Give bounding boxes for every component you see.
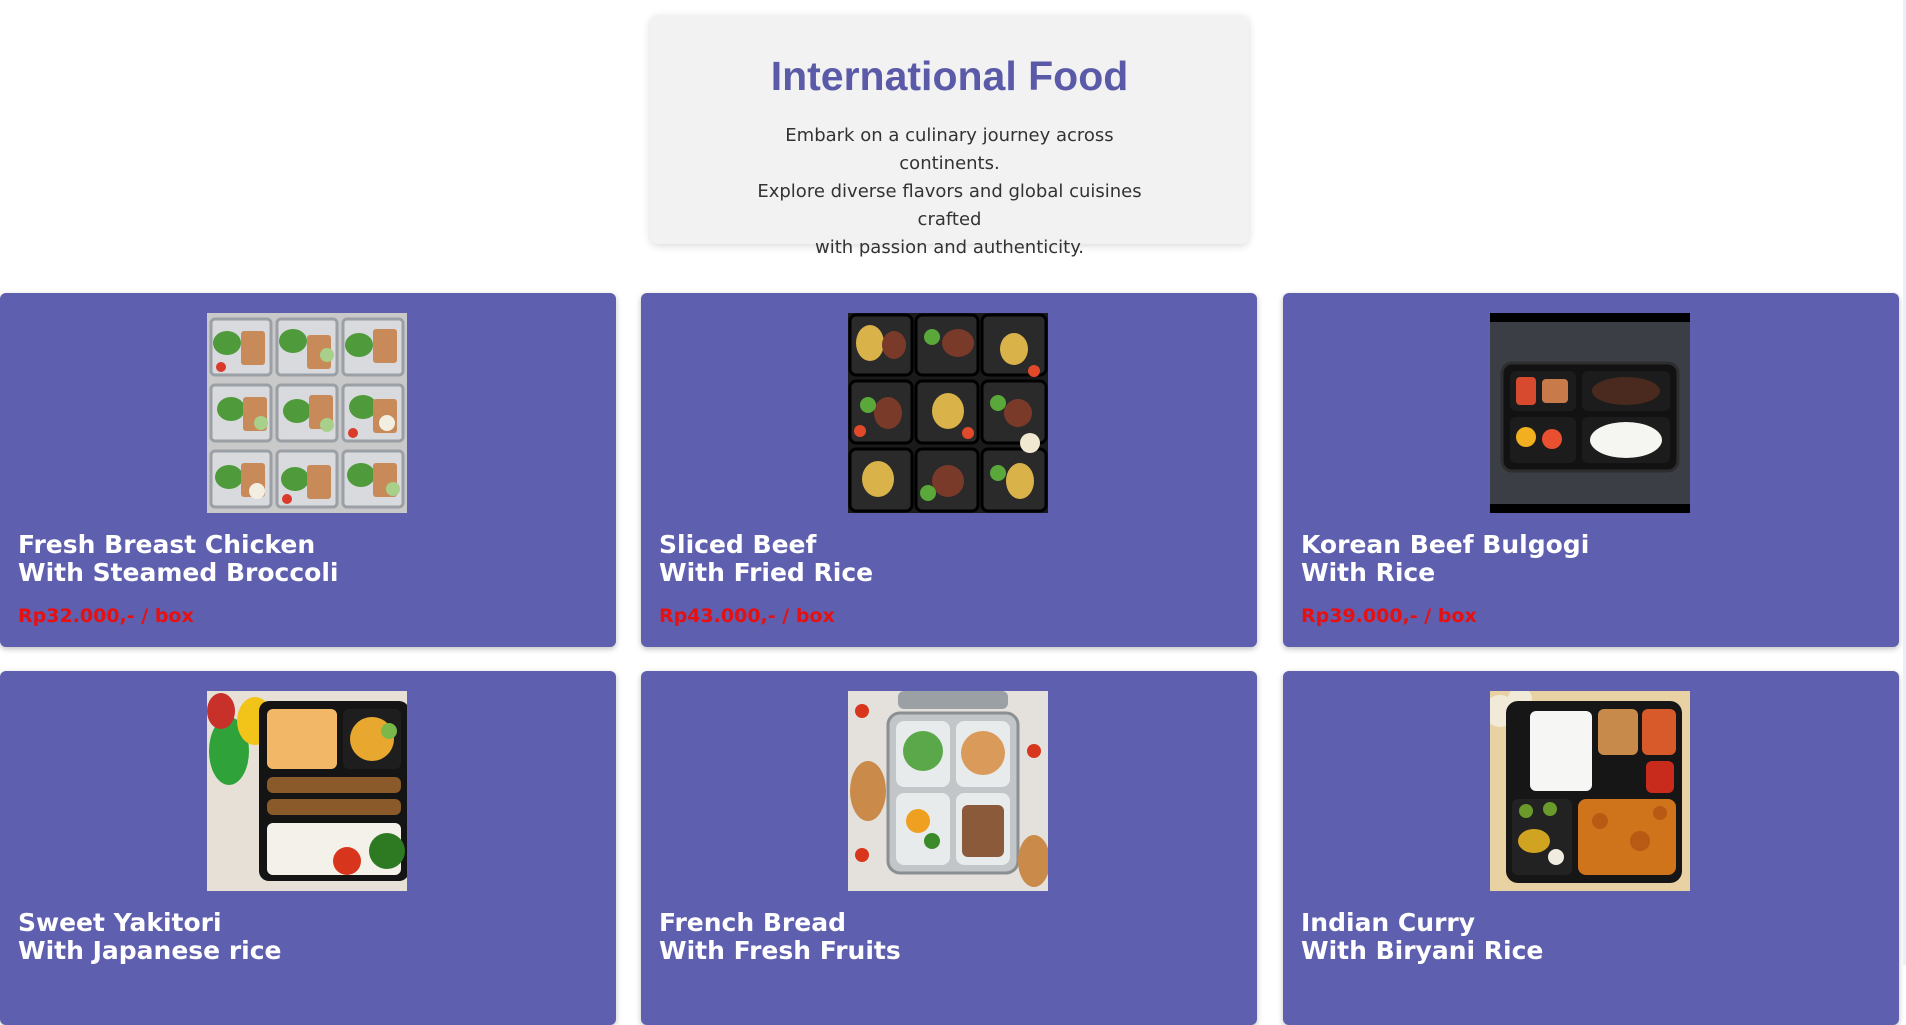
food-image-bulgogi <box>1490 313 1690 513</box>
food-title: Fresh Breast Chicken With Steamed Brocco… <box>18 531 339 587</box>
food-title-line: With Fresh Fruits <box>659 936 901 965</box>
food-title-line: With Steamed Broccoli <box>18 558 339 587</box>
food-title: French Bread With Fresh Fruits <box>659 909 901 965</box>
food-title-line: With Biryani Rice <box>1301 936 1544 965</box>
food-title-line: With Fried Rice <box>659 558 874 587</box>
food-card-yakitori[interactable]: Sweet Yakitori With Japanese rice <box>0 671 616 1025</box>
hero-description: Embark on a culinary journey across cont… <box>740 122 1160 262</box>
hero-description-line: Explore diverse flavors and global cuisi… <box>757 181 1142 230</box>
food-title-line: French Bread <box>659 908 846 937</box>
food-price: Rp43.000,- / box <box>659 605 835 627</box>
food-title-line: Fresh Breast Chicken <box>18 530 316 559</box>
food-title-line: Korean Beef Bulgogi <box>1301 530 1590 559</box>
food-title: Sweet Yakitori With Japanese rice <box>18 909 282 965</box>
food-title: Sliced Beef With Fried Rice <box>659 531 873 587</box>
food-title-line: With Japanese rice <box>18 936 282 965</box>
food-title: Indian Curry With Biryani Rice <box>1301 909 1543 965</box>
food-title: Korean Beef Bulgogi With Rice <box>1301 531 1589 587</box>
food-card-sliced-beef[interactable]: Sliced Beef With Fried Rice Rp43.000,- /… <box>641 293 1257 647</box>
food-title-line: Indian Curry <box>1301 908 1476 937</box>
food-price: Rp39.000,- / box <box>1301 605 1477 627</box>
food-title-line: With Rice <box>1301 558 1436 587</box>
food-price: Rp32.000,- / box <box>18 605 194 627</box>
food-image-sliced-beef <box>848 313 1048 513</box>
food-image-french-bread <box>848 691 1048 891</box>
hero-panel: International Food Embark on a culinary … <box>650 15 1249 258</box>
food-card-french-bread[interactable]: French Bread With Fresh Fruits <box>641 671 1257 1025</box>
food-image-chicken <box>207 313 407 513</box>
page-title: International Food <box>770 53 1129 99</box>
food-card-indian-curry[interactable]: Indian Curry With Biryani Rice <box>1283 671 1899 1025</box>
food-card-chicken[interactable]: Fresh Breast Chicken With Steamed Brocco… <box>0 293 616 647</box>
hero-description-line: Embark on a culinary journey across cont… <box>785 125 1114 174</box>
food-title-line: Sweet Yakitori <box>18 908 222 937</box>
hero-description-line: with passion and authenticity. <box>814 237 1085 258</box>
food-title-line: Sliced Beef <box>659 530 817 559</box>
food-image-indian-curry <box>1490 691 1690 891</box>
food-image-yakitori <box>207 691 407 891</box>
food-card-bulgogi[interactable]: Korean Beef Bulgogi With Rice Rp39.000,-… <box>1283 293 1899 647</box>
